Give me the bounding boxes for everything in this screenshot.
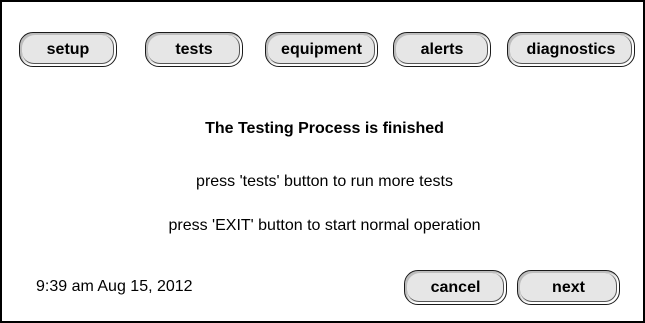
tests-button[interactable]: tests: [145, 32, 243, 67]
cancel-button[interactable]: cancel: [404, 270, 507, 305]
cancel-button-label: cancel: [430, 278, 481, 296]
diagnostics-button[interactable]: diagnostics: [507, 32, 635, 67]
datetime-display: 9:39 am Aug 15, 2012: [36, 278, 193, 295]
setup-button[interactable]: setup: [19, 32, 117, 67]
equipment-button[interactable]: equipment: [265, 32, 378, 67]
status-title: The Testing Process is finished: [205, 120, 444, 137]
next-button-label: next: [552, 278, 585, 296]
next-button[interactable]: next: [517, 270, 620, 305]
alerts-button[interactable]: alerts: [393, 32, 491, 67]
screen-frame: setup tests equipment alerts diagnostics…: [0, 0, 645, 323]
setup-button-label: setup: [46, 40, 90, 58]
tests-button-label: tests: [175, 40, 213, 58]
equipment-button-label: equipment: [281, 40, 362, 58]
instruction-tests: press 'tests' button to run more tests: [196, 173, 453, 190]
instruction-exit: press 'EXIT' button to start normal oper…: [168, 217, 481, 234]
alerts-button-label: alerts: [420, 40, 464, 58]
diagnostics-button-label: diagnostics: [526, 40, 616, 58]
